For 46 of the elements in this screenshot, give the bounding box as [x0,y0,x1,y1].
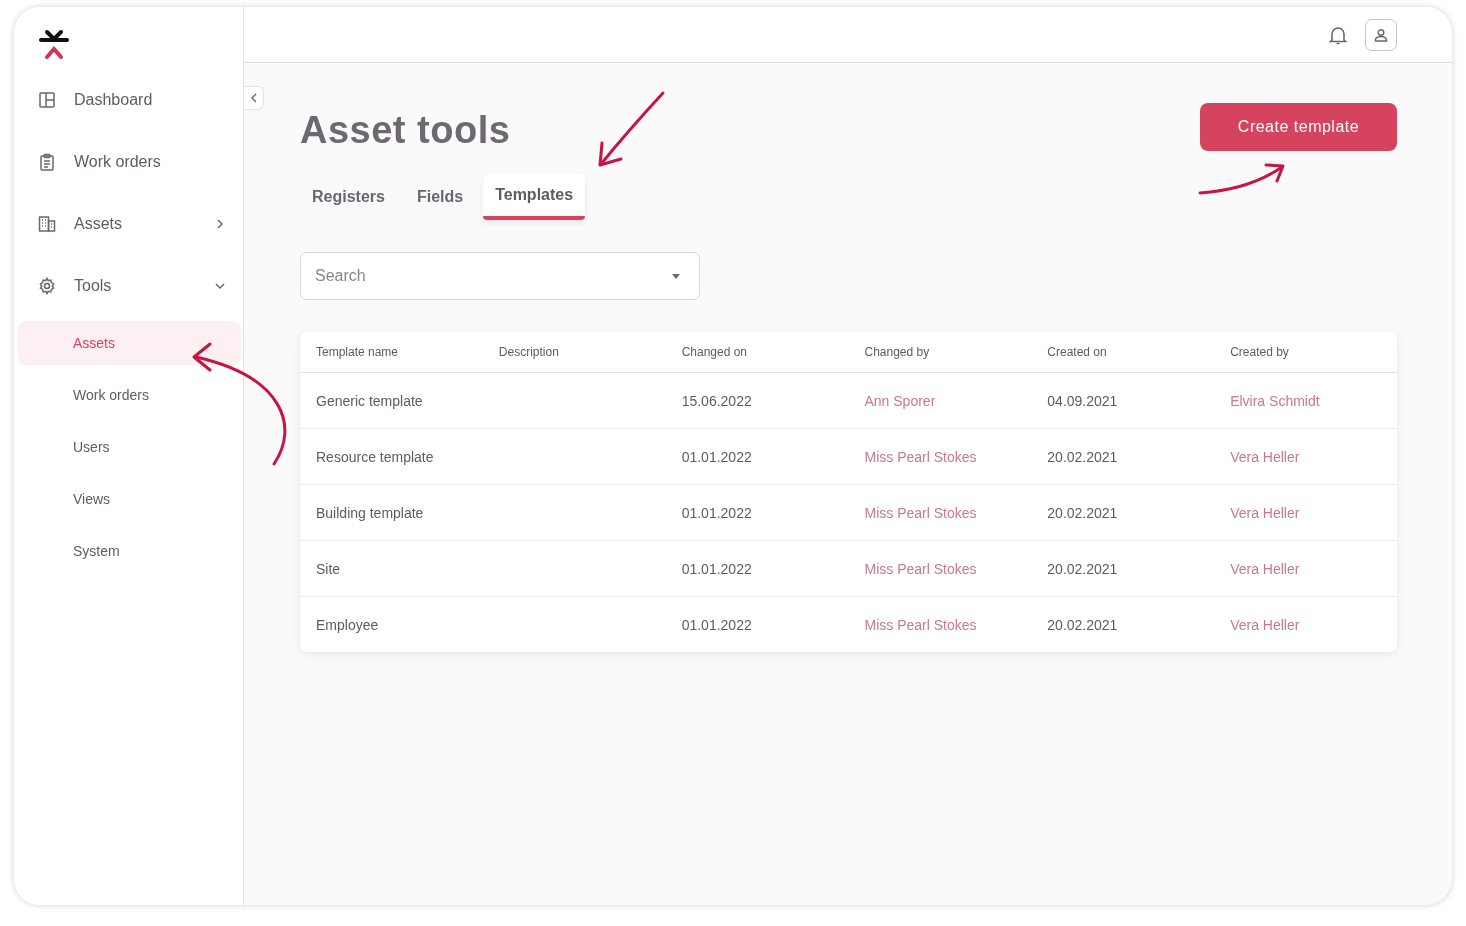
table-cell: Resource template [316,448,434,465]
search-field[interactable]: Search [300,252,700,300]
table-cell: 20.02.2021 [1047,448,1118,465]
tab[interactable]: Registers [300,174,397,220]
building-icon [38,215,56,233]
table-cell: 01.01.2022 [681,504,752,521]
table-cell: 01.01.2022 [681,448,752,465]
tab[interactable]: Fields [404,174,476,220]
sidebar-subitem[interactable]: Work orders [18,373,241,417]
column-header[interactable]: Description [482,332,666,373]
column-header[interactable]: Created by [1214,332,1397,373]
sidebar-item[interactable]: Assets [14,193,243,255]
dropdown-caret-icon [672,274,680,279]
tab[interactable]: Templates [483,174,586,220]
sidebar-item[interactable]: Tools [14,255,243,317]
table-cell: 20.02.2021 [1047,504,1118,521]
table-cell: Building template [316,504,424,521]
column-header[interactable]: Created on [1031,332,1215,373]
chevron-left-icon [250,93,257,103]
sidebar-item[interactable]: Work orders [14,131,243,193]
table-cell: 01.01.2022 [681,560,752,577]
dashboard-icon [38,91,56,109]
table-cell: 15.06.2022 [681,392,752,409]
settings-icon [38,277,56,295]
notification-bell-icon[interactable] [1329,24,1347,45]
logo-icon [38,29,70,61]
table-cell: Generic template [316,392,423,409]
column-header[interactable]: Changed on [665,332,849,373]
sidebar-subitem[interactable]: Users [18,425,241,469]
column-header[interactable]: Changed by [848,332,1032,373]
table-cell: 20.02.2021 [1047,616,1118,633]
column-header[interactable]: Template name [300,332,483,373]
sidebar-subitem[interactable]: System [18,529,241,573]
sidebar-subitem[interactable]: Views [18,477,241,521]
user-icon [1374,27,1388,42]
table-cell: 20.02.2021 [1047,560,1118,577]
user-button[interactable] [1365,18,1397,51]
page-title: Asset tools [300,109,511,152]
sidebar-subitem[interactable]: Assets [18,321,241,365]
table-cell: 04.09.2021 [1047,392,1118,409]
table-cell: 01.01.2022 [681,616,752,633]
clipboard-icon [38,153,56,171]
table-cell: Site [316,560,341,577]
create-template-button[interactable]: Create template [1200,103,1397,151]
sidebar-item[interactable]: Dashboard [14,69,243,131]
table-cell: Employee [316,616,379,633]
